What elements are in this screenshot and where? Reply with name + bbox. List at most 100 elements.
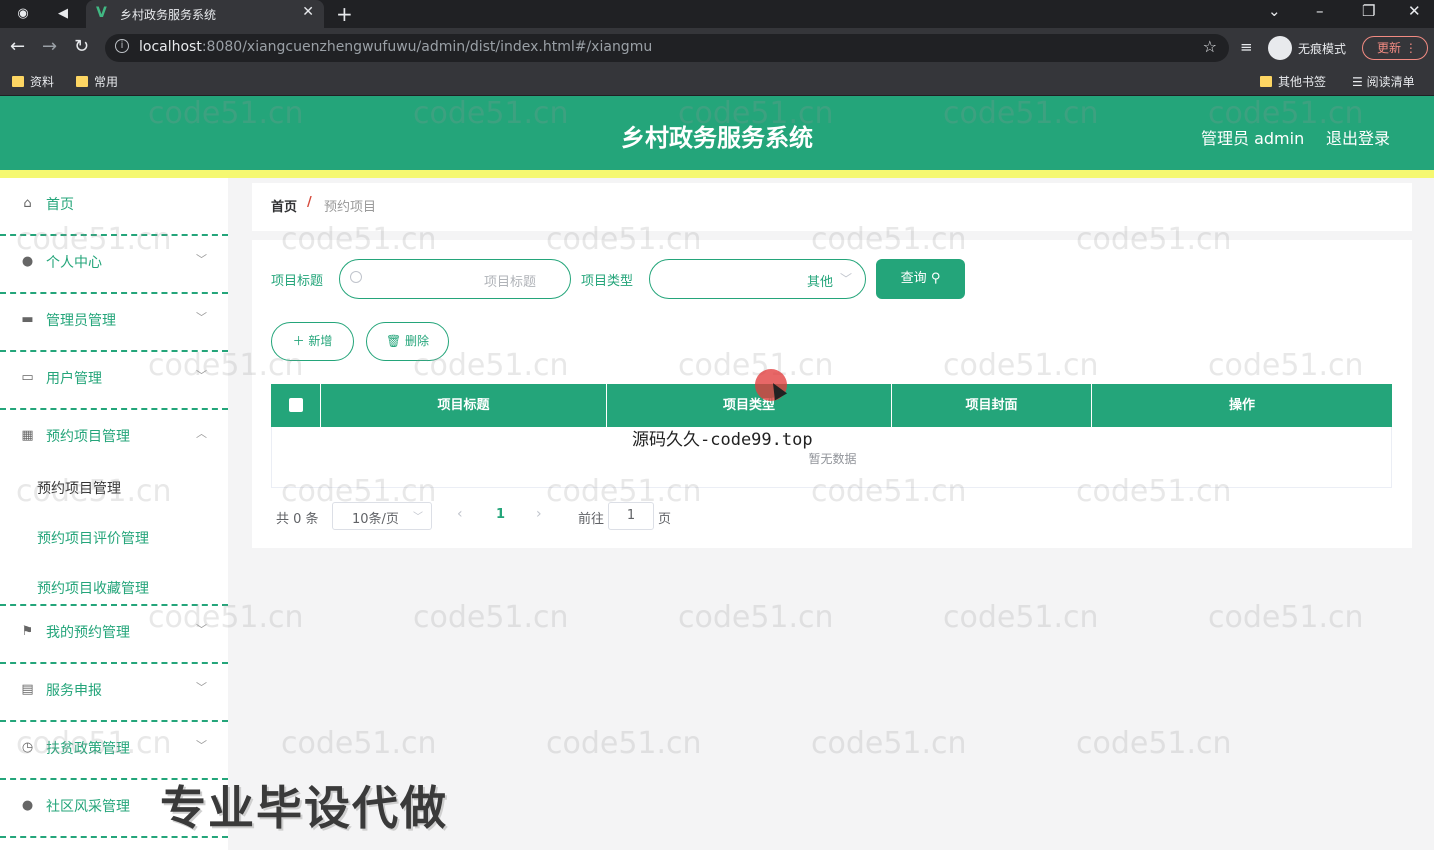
title-field-label: 项目标题 [271,274,324,289]
select-all-cell[interactable] [271,384,321,427]
sidebar-item-label: 预约项目管理 [46,429,130,445]
watermark: code51.cn [811,222,967,257]
watermark: code51.cn [148,348,304,383]
briefcase-icon: ▬ [21,312,34,327]
chevron-down-icon: ﹀ [840,272,853,286]
watermark: code51.cn [413,348,569,383]
column-header[interactable]: 项目标题 [321,384,607,427]
next-page-button[interactable]: › [536,506,542,522]
bookmarks-bar: 资料 常用 其他书签 ☰ 阅读清单 [0,68,1434,96]
submenu-booking-favorites[interactable]: 预约项目收藏管理 [37,578,149,598]
page-size-value: 10条/页 [352,512,399,527]
bookmark-folder[interactable]: 常用 [76,73,118,90]
watermark: code51.cn [546,222,702,257]
breadcrumb-current: 预约项目 [324,200,377,215]
incognito-indicator[interactable]: 无痕模式 [1268,36,1356,60]
other-bookmarks[interactable]: 其他书签 [1260,73,1326,90]
chevron-down-icon: ﹀ [196,739,207,752]
bookmark-folder[interactable]: 资料 [12,73,54,90]
watermark: code51.cn [148,96,304,131]
chevron-down-icon: ﹀ [196,311,207,324]
new-tab-button[interactable]: + [336,2,353,26]
flag-icon: ⚑ [21,624,34,639]
title-search-input[interactable]: 项目标题 [339,259,571,299]
audio-icon[interactable]: ◀ [52,4,74,24]
watermark: code51.cn [16,474,172,509]
back-button[interactable]: ← [10,36,25,57]
user-icon: ● [21,798,34,813]
watermark: code51.cn [281,726,437,761]
type-select[interactable]: 其他 ﹀ [649,259,866,299]
forward-button[interactable]: → [42,36,57,57]
watermark: code51.cn [1076,726,1232,761]
chevron-down-icon: ﹀ [196,253,207,266]
header-accent-bar [0,170,1434,178]
tab-search-icon[interactable]: ⌄ [1268,2,1281,20]
watermark: code51.cn [546,726,702,761]
update-button[interactable]: 更新 ⋮ [1362,36,1428,60]
reload-button[interactable]: ↻ [74,36,89,57]
tab-title: 乡村政务服务系统 [120,8,217,22]
bookmark-star-icon[interactable]: ☆ [1203,37,1217,56]
breadcrumb-home[interactable]: 首页 [271,196,297,215]
watermark: code51.cn [546,474,702,509]
watermark: code51.cn [16,726,172,761]
watermark: code51.cn [678,96,834,131]
site-info-icon[interactable]: i [115,39,129,53]
select-all-checkbox[interactable] [289,398,303,412]
sidebar-item-service-declaration[interactable]: ▤ 服务申报 ﹀ [0,664,228,722]
sidebar-item-label: 我的预约管理 [46,625,130,641]
column-header[interactable]: 项目封面 [892,384,1092,427]
breadcrumb-separator: / [307,195,312,210]
list-icon: ☰ [1352,75,1367,89]
sidebar-item-label: 社区风采管理 [46,799,130,815]
sidebar-item-label: 管理员管理 [46,313,116,329]
watermark: code51.cn [281,474,437,509]
watermark: code51.cn [811,474,967,509]
query-button[interactable]: 查询 ⚲ [876,259,965,299]
sidebar-item-admin-management[interactable]: ▬ 管理员管理 ﹀ [0,294,228,352]
folder-icon [76,76,88,87]
browser-globe-icon[interactable]: ◉ [12,4,34,24]
source-watermark: 源码久久-code99.top [632,430,813,450]
watermark: code51.cn [16,222,172,257]
column-header: 操作 [1228,398,1255,413]
search-icon: ⚲ [930,271,941,286]
url-text[interactable]: localhost:8080/xiangcuenzhengwufuwu/admi… [139,39,652,55]
reading-mode-icon[interactable]: ≡ [1240,38,1253,56]
submenu-booking-reviews[interactable]: 预约项目评价管理 [37,528,149,548]
table-header: 项目标题 项目类型 项目封面 操作 [271,384,1392,427]
incognito-label: 无痕模式 [1298,42,1347,56]
watermark: code51.cn [281,222,437,257]
chevron-down-icon: ﹀ [196,681,207,694]
browser-tab[interactable]: V 乡村政务服务系统 ✕ [86,0,324,28]
prev-page-button[interactable]: ‹ [457,506,463,522]
reading-list[interactable]: ☰ 阅读清单 [1352,73,1415,90]
restore-button[interactable]: ❐ [1362,2,1375,20]
watermark: code51.cn [943,348,1099,383]
vue-logo-icon: V [96,5,107,21]
close-window-button[interactable]: ✕ [1408,2,1421,20]
watermark: code51.cn [1208,96,1364,131]
watermark: code51.cn [413,96,569,131]
promo-text: 专业毕设代做 [160,781,448,835]
trash-icon: 🗑 [385,334,402,348]
home-icon: ⌂ [23,196,32,211]
column-header[interactable]: 项目类型 [607,384,892,427]
watermark: code51.cn [678,600,834,635]
sidebar-item-label: 首页 [46,197,74,213]
tab-close-icon[interactable]: ✕ [302,4,314,20]
type-field-label: 项目类型 [581,274,634,289]
watermark: code51.cn [148,600,304,635]
watermark: code51.cn [811,726,967,761]
current-page[interactable]: 1 [496,507,505,522]
watermark: code51.cn [1076,222,1232,257]
watermark: code51.cn [413,600,569,635]
title-placeholder: 项目标题 [484,275,537,290]
watermark: code51.cn [1208,348,1364,383]
minimize-button[interactable]: – [1316,2,1324,20]
grid-icon: ▦ [21,428,34,443]
sidebar-item-label: 用户管理 [46,371,102,387]
address-field[interactable]: i localhost:8080/xiangcuenzhengwufuwu/ad… [105,34,1229,62]
watermark: code51.cn [943,600,1099,635]
